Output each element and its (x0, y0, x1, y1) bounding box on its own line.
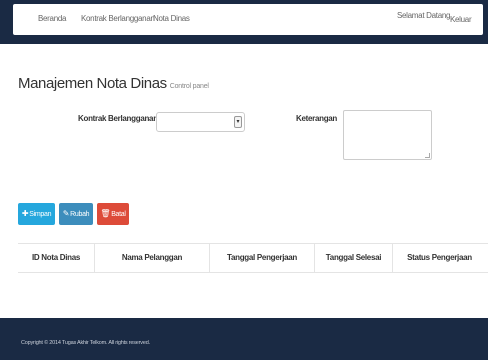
trash-icon: 🗑 (100, 209, 111, 218)
logout-link[interactable]: Keluar (450, 15, 472, 24)
column-header-tanggal-selesai[interactable]: Tanggal Selesai (315, 244, 393, 272)
chevron-down-icon[interactable]: ▾ (234, 116, 242, 128)
batal-button-label: Batal (111, 211, 126, 218)
top-navbar: Beranda Kontrak Berlangganan Nota Dinas … (0, 0, 488, 44)
nav-link-beranda[interactable]: Beranda (38, 14, 66, 23)
welcome-text: Selamat Datang (397, 11, 451, 20)
plus-icon: ✚ (21, 209, 29, 218)
column-header-tanggal-pengerjaan[interactable]: Tanggal Pengerjaan (210, 244, 315, 272)
page-title: Manajemen Nota Dinas Control panel (18, 75, 209, 92)
nota-dinas-table-header: ID Nota Dinas Nama Pelanggan Tanggal Pen… (18, 243, 488, 273)
footer-copyright: Copyright © 2014 Tugas Akhir Telkom. All… (21, 340, 150, 346)
ubah-button[interactable]: ✎Rubah (59, 203, 93, 225)
keterangan-label: Keterangan (296, 114, 338, 123)
resize-grip-icon[interactable] (425, 153, 430, 158)
column-header-nama-pelanggan[interactable]: Nama Pelanggan (95, 244, 210, 272)
column-header-id-nota-dinas[interactable]: ID Nota Dinas (18, 244, 95, 272)
keterangan-textarea[interactable] (343, 110, 432, 160)
nav-link-nota-dinas[interactable]: Nota Dinas (153, 14, 190, 23)
footer: Copyright © 2014 Tugas Akhir Telkom. All… (0, 318, 488, 360)
ubah-button-label: Rubah (70, 211, 90, 218)
batal-button[interactable]: 🗑Batal (97, 203, 129, 225)
nav-link-kontrak-berlangganan[interactable]: Kontrak Berlangganan (81, 14, 155, 23)
simpan-button[interactable]: ✚Simpan (18, 203, 55, 225)
kontrak-berlangganan-label: Kontrak Berlangganan (78, 114, 158, 123)
navbar-menu: Beranda Kontrak Berlangganan Nota Dinas … (13, 4, 483, 35)
simpan-button-label: Simpan (29, 211, 52, 218)
pencil-icon: ✎ (62, 209, 70, 218)
page-title-text: Manajemen Nota Dinas (18, 75, 167, 92)
column-header-status-pengerjaan[interactable]: Status Pengerjaan (393, 244, 486, 272)
kontrak-berlangganan-select[interactable]: ▾ (156, 112, 245, 132)
page-subtitle: Control panel (169, 83, 209, 90)
